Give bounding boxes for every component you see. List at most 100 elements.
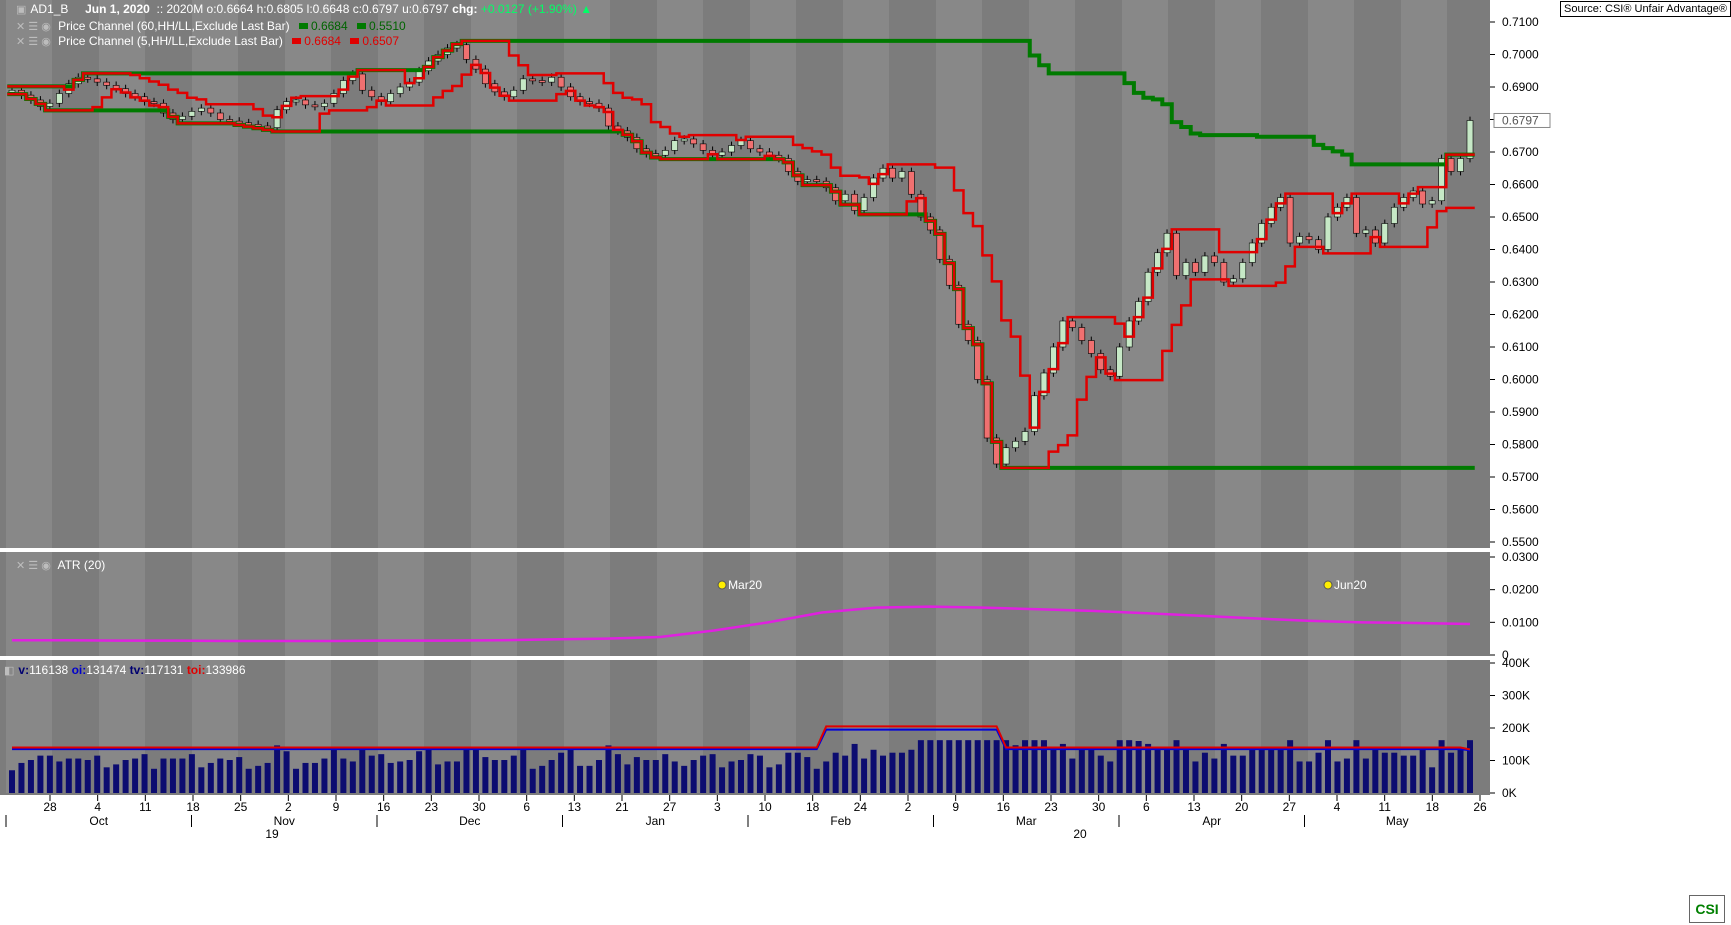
candle — [1087, 340, 1095, 354]
candle — [1390, 206, 1398, 224]
volume-bar — [18, 762, 25, 793]
chg-value: +0.0127 (+1.90%) — [480, 2, 577, 16]
symbol: AD1_B — [30, 2, 69, 16]
volume-bar — [160, 758, 167, 793]
volume-bar — [94, 755, 101, 793]
month-label: Jan — [646, 814, 665, 828]
vol-tick-label: 100K — [1502, 754, 1530, 768]
volume-bar — [558, 752, 565, 793]
day-label: 30 — [472, 800, 486, 814]
candle — [557, 76, 565, 88]
candle — [1211, 255, 1218, 263]
day-label: 2 — [285, 800, 292, 814]
volume-bar — [302, 762, 309, 793]
candle — [1419, 190, 1426, 205]
roll-marker-label: Mar20 — [728, 578, 762, 592]
candle — [387, 93, 395, 102]
candle — [273, 109, 281, 128]
volume-bar — [293, 768, 300, 793]
stripe — [1215, 0, 1261, 793]
volume-bar — [463, 748, 470, 793]
candle — [463, 44, 470, 60]
candle — [548, 76, 555, 83]
volume-bar — [993, 740, 1000, 793]
close-icon[interactable]: ✕ ☰ ◉ — [16, 21, 51, 33]
candle — [1267, 206, 1275, 224]
close-icon[interactable]: ✕ ☰ ◉ — [16, 560, 51, 572]
candle — [198, 107, 205, 112]
day-label: 25 — [234, 800, 248, 814]
candle — [1230, 278, 1237, 283]
volume-bar — [1154, 749, 1161, 793]
volume-bar — [56, 761, 63, 793]
volume-bar — [690, 760, 697, 793]
volume-bar — [1372, 746, 1379, 793]
volume-bar — [889, 752, 896, 793]
drag-handle-icon[interactable]: ◧ — [4, 665, 14, 677]
volume-bar — [501, 760, 508, 793]
atr-tick-label: 0.0100 — [1502, 615, 1539, 629]
month-label: Apr — [1202, 814, 1221, 828]
volume-bar — [832, 752, 839, 793]
day-label: 4 — [1334, 800, 1341, 814]
volume-bar — [917, 740, 924, 793]
candle — [207, 107, 215, 114]
volume-bar — [1315, 752, 1322, 793]
candle — [302, 99, 309, 106]
volume-bar — [255, 765, 262, 793]
volume-bar — [946, 740, 953, 793]
close-icon[interactable]: ✕ ☰ ◉ — [16, 36, 51, 48]
candle — [482, 68, 489, 85]
volume-bar — [141, 754, 148, 793]
candle — [718, 151, 726, 156]
candle — [1078, 327, 1086, 341]
stripe — [843, 0, 889, 793]
chart-canvas[interactable]: 0.71000.70000.69000.68000.67000.66000.65… — [0, 0, 1731, 925]
candle — [368, 89, 376, 98]
legend-pc60[interactable]: ✕ ☰ ◉ Price Channel (60,HH/LL,Exclude La… — [16, 19, 406, 33]
price-tick-label: 0.6700 — [1502, 145, 1539, 159]
u-value: u:0.6797 — [402, 2, 449, 16]
day-label: 10 — [758, 800, 772, 814]
volume-bar — [406, 760, 413, 793]
volume-bar — [1362, 758, 1369, 793]
volume-bar — [37, 755, 44, 793]
oi-label: oi: — [71, 663, 87, 677]
volume-bar — [624, 764, 631, 793]
candle — [1296, 236, 1303, 244]
volume-bar — [9, 770, 15, 793]
price-tick-label: 0.5900 — [1502, 405, 1539, 419]
candle — [652, 153, 660, 156]
volume-bar — [813, 768, 820, 793]
candle — [8, 89, 16, 93]
legend-pc5[interactable]: ✕ ☰ ◉ Price Channel (5,HH/LL,Exclude Las… — [16, 34, 399, 48]
csi-logo: CSI — [1689, 895, 1725, 923]
day-label: 3 — [714, 800, 721, 814]
legend-atr[interactable]: ✕ ☰ ◉ ATR (20) — [16, 558, 105, 572]
day-label: 20 — [1235, 800, 1249, 814]
volume-bar — [113, 764, 120, 793]
roll-marker-icon — [717, 580, 727, 590]
candle — [1324, 216, 1332, 250]
candle — [1286, 197, 1294, 244]
pc5-lower-value: 0.6507 — [362, 34, 400, 48]
candle — [747, 140, 754, 150]
volume-bar — [453, 761, 460, 793]
candle — [264, 125, 271, 129]
volume-bar — [245, 768, 252, 793]
day-label: 18 — [1426, 800, 1440, 814]
price-tick-label: 0.6200 — [1502, 308, 1539, 322]
volume-bar — [1343, 758, 1350, 793]
volume-bar — [965, 740, 972, 793]
chg-label: chg: — [452, 2, 478, 16]
volume-bar — [1088, 746, 1095, 793]
volume-bar — [671, 761, 678, 793]
volume-bar — [936, 740, 943, 793]
candle — [728, 145, 735, 153]
candle — [254, 124, 262, 127]
volume-bar — [908, 749, 915, 793]
day-label: 27 — [1283, 800, 1297, 814]
month-label: Feb — [830, 814, 851, 828]
candle — [1428, 200, 1436, 205]
day-label: 28 — [43, 800, 57, 814]
